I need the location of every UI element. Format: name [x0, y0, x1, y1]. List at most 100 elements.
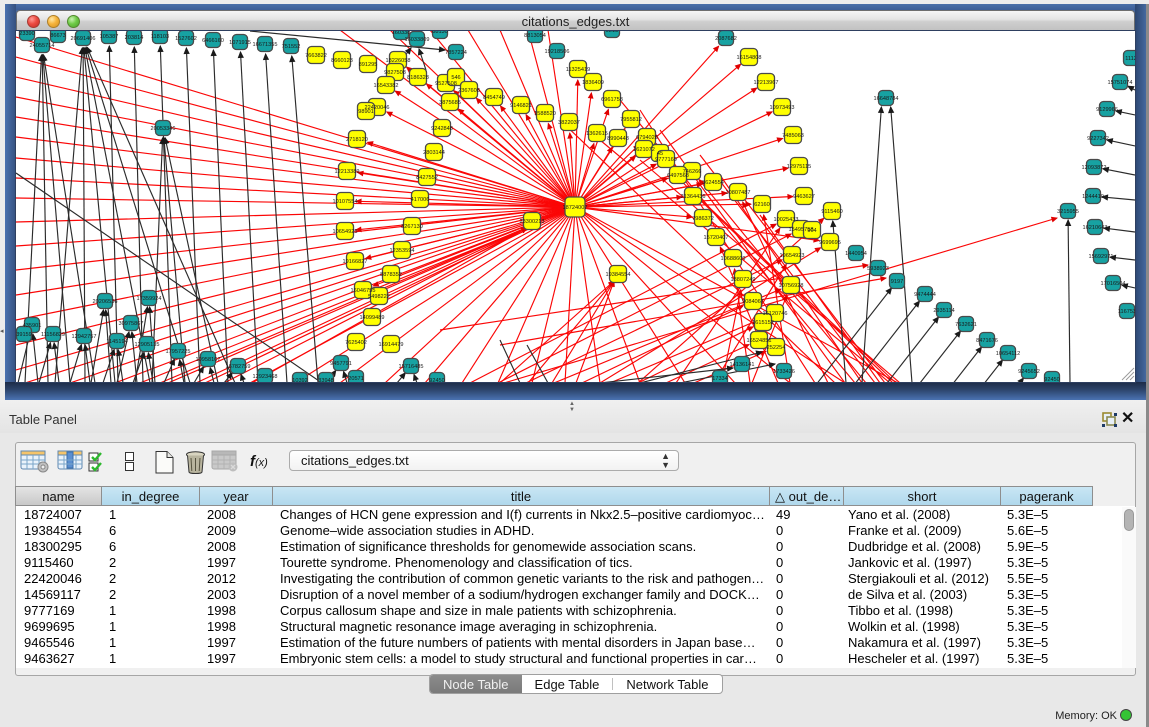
svg-text:9463627: 9463627 [793, 194, 815, 200]
svg-text:7485063: 7485063 [782, 133, 804, 139]
svg-text:18724007: 18724007 [563, 205, 588, 211]
svg-text:751552: 751552 [282, 44, 301, 50]
svg-text:7625402: 7625402 [345, 340, 367, 346]
svg-text:546: 546 [451, 75, 460, 81]
svg-text:3822037: 3822037 [558, 120, 580, 126]
svg-text:2935114: 2935114 [933, 308, 954, 314]
svg-text:11325419: 11325419 [566, 67, 590, 73]
svg-text:9218: 9218 [606, 31, 618, 34]
svg-text:20053346: 20053346 [151, 126, 176, 132]
svg-text:3215955: 3215955 [1057, 209, 1079, 215]
svg-text:904: 904 [807, 228, 816, 234]
svg-text:15720407: 15720407 [704, 235, 729, 241]
svg-text:16210643: 16210643 [1083, 225, 1108, 231]
svg-text:20206536: 20206536 [93, 299, 118, 305]
svg-text:8427552: 8427552 [416, 175, 438, 181]
svg-text:1145194: 1145194 [106, 339, 127, 345]
svg-text:9129966: 9129966 [1096, 107, 1118, 113]
svg-text:19166827: 19166827 [343, 259, 368, 265]
svg-text:16524851: 16524851 [747, 338, 772, 344]
svg-text:10654112: 10654112 [996, 351, 1020, 357]
svg-text:1527602: 1527602 [175, 36, 197, 42]
svg-text:9084067: 9084067 [742, 299, 764, 305]
svg-text:23390: 23390 [19, 31, 35, 37]
svg-text:1836409: 1836409 [582, 80, 604, 86]
svg-text:10973493: 10973493 [770, 105, 795, 111]
svg-text:105387: 105387 [100, 34, 119, 40]
svg-text:9197: 9197 [891, 279, 903, 285]
svg-text:12353594: 12353594 [390, 248, 415, 254]
svg-text:8878352: 8878352 [380, 272, 402, 278]
svg-text:118103: 118103 [151, 34, 169, 40]
svg-text:16782759: 16782759 [226, 364, 251, 370]
svg-text:1071915: 1071915 [229, 40, 251, 46]
svg-text:16914479: 16914479 [379, 342, 404, 348]
svg-text:3624554: 3624554 [702, 180, 724, 186]
svg-text:15692971: 15692971 [1089, 254, 1114, 260]
svg-text:203814: 203814 [125, 35, 144, 41]
svg-text:98901: 98901 [358, 109, 374, 115]
svg-text:19654923: 19654923 [780, 253, 805, 259]
svg-text:9146821: 9146821 [510, 103, 532, 109]
svg-text:7986372: 7986372 [692, 216, 714, 222]
svg-text:7632621: 7632621 [955, 322, 977, 328]
svg-text:6794028: 6794028 [636, 135, 658, 141]
svg-text:17016504: 17016504 [1101, 281, 1126, 287]
svg-text:20691406: 20691406 [71, 36, 96, 42]
svg-text:18807249: 18807249 [731, 277, 756, 283]
svg-text:8660123: 8660123 [331, 58, 353, 64]
svg-text:86673: 86673 [50, 33, 66, 39]
svg-text:2803144: 2803144 [423, 150, 445, 156]
svg-text:16671355: 16671355 [253, 42, 278, 48]
svg-text:30975867: 30975867 [119, 321, 144, 327]
svg-text:9827508: 9827508 [384, 70, 406, 76]
svg-text:1244419: 1244419 [1082, 194, 1104, 200]
svg-text:14099489: 14099489 [360, 315, 385, 321]
svg-text:12905135: 12905135 [135, 342, 160, 348]
svg-text:6961758: 6961758 [601, 97, 623, 103]
svg-text:3875685: 3875685 [439, 100, 461, 106]
svg-text:92450: 92450 [1044, 377, 1060, 382]
svg-text:15716485: 15716485 [399, 364, 424, 370]
svg-text:21364436: 21364436 [681, 194, 706, 200]
svg-text:23300213: 23300213 [520, 219, 545, 225]
svg-text:1733426: 1733426 [773, 369, 795, 375]
svg-text:9777169: 9777169 [655, 157, 677, 163]
svg-text:9245652: 9245652 [1018, 369, 1040, 375]
svg-text:160338: 160338 [392, 31, 411, 36]
svg-text:17359924: 17359924 [137, 296, 162, 302]
svg-text:10807487: 10807487 [726, 190, 751, 196]
svg-text:1440954: 1440954 [845, 251, 867, 257]
svg-text:9115460: 9115460 [821, 209, 842, 215]
svg-text:1588520: 1588520 [534, 111, 556, 117]
svg-text:12093872: 12093872 [1082, 165, 1107, 171]
svg-text:9457791: 9457791 [330, 361, 352, 367]
svg-text:8454749: 8454749 [483, 95, 505, 101]
svg-text:435901: 435901 [23, 323, 42, 329]
svg-text:16120746: 16120746 [763, 311, 788, 317]
svg-text:10958107: 10958107 [196, 357, 221, 363]
svg-text:1621072: 1621072 [633, 147, 655, 153]
svg-text:16648784: 16648784 [874, 96, 899, 102]
svg-text:9242848: 9242848 [431, 126, 453, 132]
svg-text:8813054: 8813054 [524, 33, 546, 39]
svg-text:12923468: 12923468 [253, 374, 278, 380]
svg-text:10025433: 10025433 [774, 217, 799, 223]
svg-text:9474444: 9474444 [914, 292, 936, 298]
svg-text:10107554: 10107554 [333, 199, 358, 205]
svg-text:10654925: 10654925 [333, 229, 358, 235]
svg-text:39159: 39159 [16, 332, 32, 338]
svg-text:6497568: 6497568 [667, 173, 689, 179]
svg-text:16543382: 16543382 [374, 83, 399, 89]
svg-text:20571: 20571 [348, 376, 364, 382]
svg-text:8471676: 8471676 [976, 338, 998, 344]
svg-text:10756928: 10756928 [779, 283, 804, 289]
svg-text:1615152: 1615152 [752, 320, 774, 326]
svg-text:7663822: 7663822 [305, 53, 327, 59]
svg-text:17957225: 17957225 [166, 349, 191, 355]
svg-text:16033809: 16033809 [405, 37, 430, 43]
svg-text:12942757: 12942757 [72, 334, 97, 340]
svg-text:92450: 92450 [429, 378, 445, 382]
svg-text:1362615: 1362615 [586, 131, 608, 137]
svg-text:10392: 10392 [292, 378, 308, 382]
